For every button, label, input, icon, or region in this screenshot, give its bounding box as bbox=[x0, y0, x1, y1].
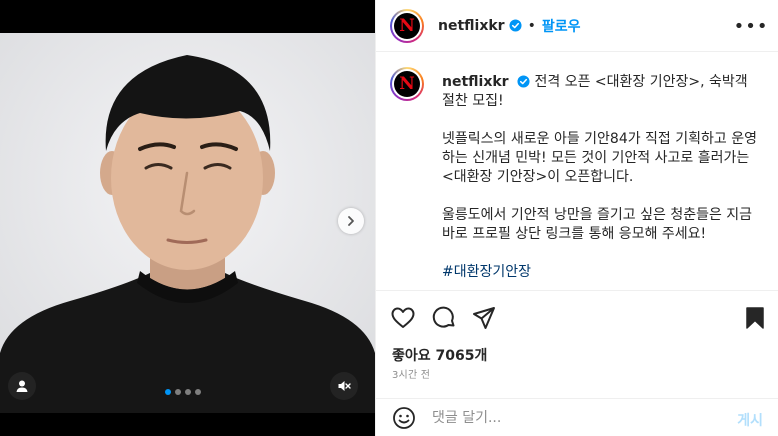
smiley-icon[interactable] bbox=[392, 406, 416, 430]
more-options-button[interactable]: ••• bbox=[734, 14, 768, 38]
hashtag-link[interactable]: #대환장기안장 bbox=[442, 263, 762, 282]
post-header: N netflixkr • 팔로우 ••• bbox=[376, 0, 778, 52]
heart-icon[interactable] bbox=[390, 305, 416, 331]
carousel-next-button[interactable] bbox=[338, 208, 364, 234]
mute-toggle-button[interactable] bbox=[330, 372, 358, 400]
comment-input[interactable] bbox=[432, 409, 712, 426]
caption-paragraph: 울릉도에서 기안적 낭만을 즐기고 싶은 청춘들은 지금 바로 프로필 상단 링… bbox=[442, 207, 753, 242]
speaker-muted-icon bbox=[338, 381, 351, 391]
caption-username[interactable]: netflixkr bbox=[442, 74, 509, 90]
verified-badge-icon bbox=[517, 75, 530, 88]
comment-icon[interactable] bbox=[431, 305, 457, 331]
carousel-dot bbox=[165, 389, 171, 395]
verified-badge-icon bbox=[509, 19, 522, 32]
bookmark-icon[interactable] bbox=[742, 305, 768, 331]
post-media bbox=[0, 0, 375, 436]
caption-text: netflixkr 전격 오픈 <대환장 기안장>, 숙박객 절찬 모집! 넷플… bbox=[442, 73, 762, 282]
follow-button[interactable]: 팔로우 bbox=[542, 16, 581, 36]
caption-section: N netflixkr 전격 오픈 <대환장 기안장>, 숙박객 절찬 모집! … bbox=[376, 53, 778, 290]
action-bar bbox=[376, 290, 778, 342]
separator-dot: • bbox=[527, 17, 536, 34]
carousel-dot bbox=[185, 389, 191, 395]
comment-composer: 게시 bbox=[376, 398, 778, 436]
username[interactable]: netflixkr bbox=[438, 18, 505, 34]
post-timestamp[interactable]: 3시간 전 bbox=[392, 366, 430, 381]
user-tag-icon bbox=[16, 380, 28, 392]
post-details-panel: N netflixkr • 팔로우 ••• N netflixkr 전격 오픈 … bbox=[375, 0, 778, 436]
netflix-logo-icon: N bbox=[394, 71, 420, 97]
more-icon: ••• bbox=[733, 15, 769, 37]
chevron-right-icon bbox=[348, 216, 354, 226]
like-count[interactable]: 좋아요 7065개 bbox=[392, 345, 487, 365]
caption-paragraph: 넷플릭스의 새로운 아들 기안84가 직접 기획하고 운영하는 신개념 민박! … bbox=[442, 131, 757, 185]
paper-plane-icon[interactable] bbox=[471, 305, 497, 331]
tagged-users-button[interactable] bbox=[8, 372, 36, 400]
avatar[interactable]: N bbox=[390, 8, 424, 43]
caption-avatar[interactable]: N bbox=[390, 67, 424, 101]
carousel-dot bbox=[175, 389, 181, 395]
carousel-indicator bbox=[165, 389, 201, 395]
carousel-dot bbox=[195, 389, 201, 395]
post-comment-button[interactable]: 게시 bbox=[737, 410, 763, 430]
netflix-logo-icon: N bbox=[394, 12, 420, 39]
post-photo bbox=[0, 33, 375, 413]
